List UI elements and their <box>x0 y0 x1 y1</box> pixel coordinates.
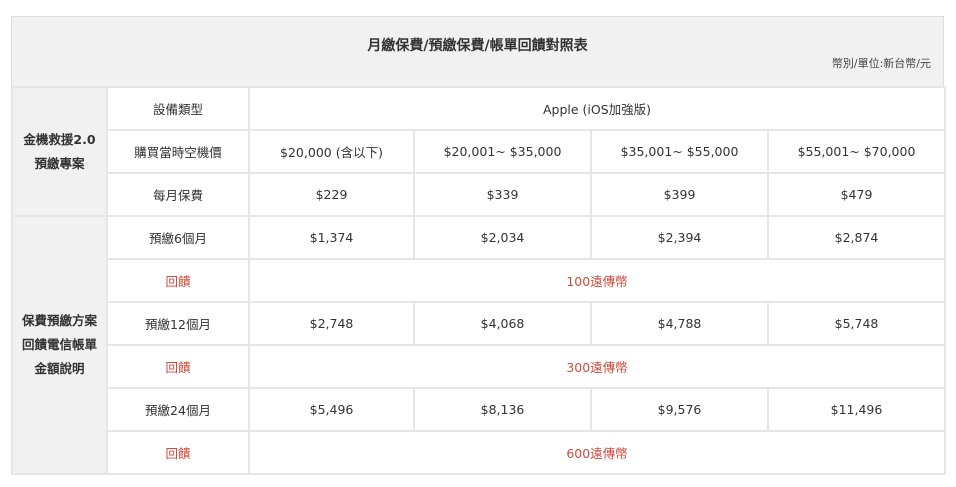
section2-label-line2: 回饋電信帳單 <box>21 337 97 352</box>
monthly-fee: $339 <box>413 172 592 217</box>
plan-amount: $11,496 <box>767 387 946 432</box>
reward-label: 回饋 <box>106 430 250 475</box>
plan-amount: $2,874 <box>767 215 946 260</box>
device-type-value: Apple (iOS加強版) <box>248 86 946 131</box>
plan-amount: $4,068 <box>413 301 592 346</box>
plan-amount: $1,374 <box>248 215 415 260</box>
price-tier: $20,001~ $35,000 <box>413 129 592 174</box>
plan-amount: $2,394 <box>590 215 769 260</box>
plan-amount: $5,496 <box>248 387 415 432</box>
monthly-fee: $229 <box>248 172 415 217</box>
comparison-table: 金機救援2.0 預繳專案 設備類型 Apple (iOS加強版) 購買當時空機價… <box>11 86 946 475</box>
section2-label: 保費預繳方案 回饋電信帳單 金額說明 <box>11 215 108 475</box>
table-title: 月繳保費/預繳保費/帳單回饋對照表 <box>367 38 588 54</box>
reward-label: 回饋 <box>106 344 250 389</box>
plan-amount: $2,034 <box>413 215 592 260</box>
plan-label: 預繳24個月 <box>106 387 250 432</box>
plan-amount: $2,748 <box>248 301 415 346</box>
table-header: 月繳保費/預繳保費/帳單回饋對照表 幣別/單位:新台幣/元 <box>11 16 944 86</box>
reward-value: 300遠傳幣 <box>248 344 946 389</box>
section1-label-line2: 預繳專案 <box>34 155 85 171</box>
monthly-fee-label: 每月保費 <box>106 172 250 217</box>
plan-amount: $4,788 <box>590 301 769 346</box>
price-tier: $35,001~ $55,000 <box>590 129 769 174</box>
price-tier: $55,001~ $70,000 <box>767 129 946 174</box>
section1-label-line1: 金機救援2.0 <box>23 131 96 147</box>
section2-label-line3: 金額說明 <box>34 361 85 376</box>
reward-value: 600遠傳幣 <box>248 430 946 475</box>
monthly-fee: $399 <box>590 172 769 217</box>
plan-label: 預繳12個月 <box>106 301 250 346</box>
plan-amount: $9,576 <box>590 387 769 432</box>
device-type-label: 設備類型 <box>106 86 250 131</box>
reward-label: 回饋 <box>106 258 250 303</box>
reward-value: 100遠傳幣 <box>248 258 946 303</box>
comparison-table-container: 月繳保費/預繳保費/帳單回饋對照表 幣別/單位:新台幣/元 金機救援2.0 預繳… <box>11 16 946 475</box>
monthly-fee: $479 <box>767 172 946 217</box>
plan-amount: $5,748 <box>767 301 946 346</box>
plan-label: 預繳6個月 <box>106 215 250 260</box>
plan-amount: $8,136 <box>413 387 592 432</box>
price-tier: $20,000 (含以下) <box>248 129 415 174</box>
section1-label: 金機救援2.0 預繳專案 <box>11 86 108 217</box>
section2-label-line1: 保費預繳方案 <box>21 313 97 328</box>
currency-unit-note: 幣別/單位:新台幣/元 <box>831 57 931 70</box>
purchase-price-label: 購買當時空機價 <box>106 129 250 174</box>
